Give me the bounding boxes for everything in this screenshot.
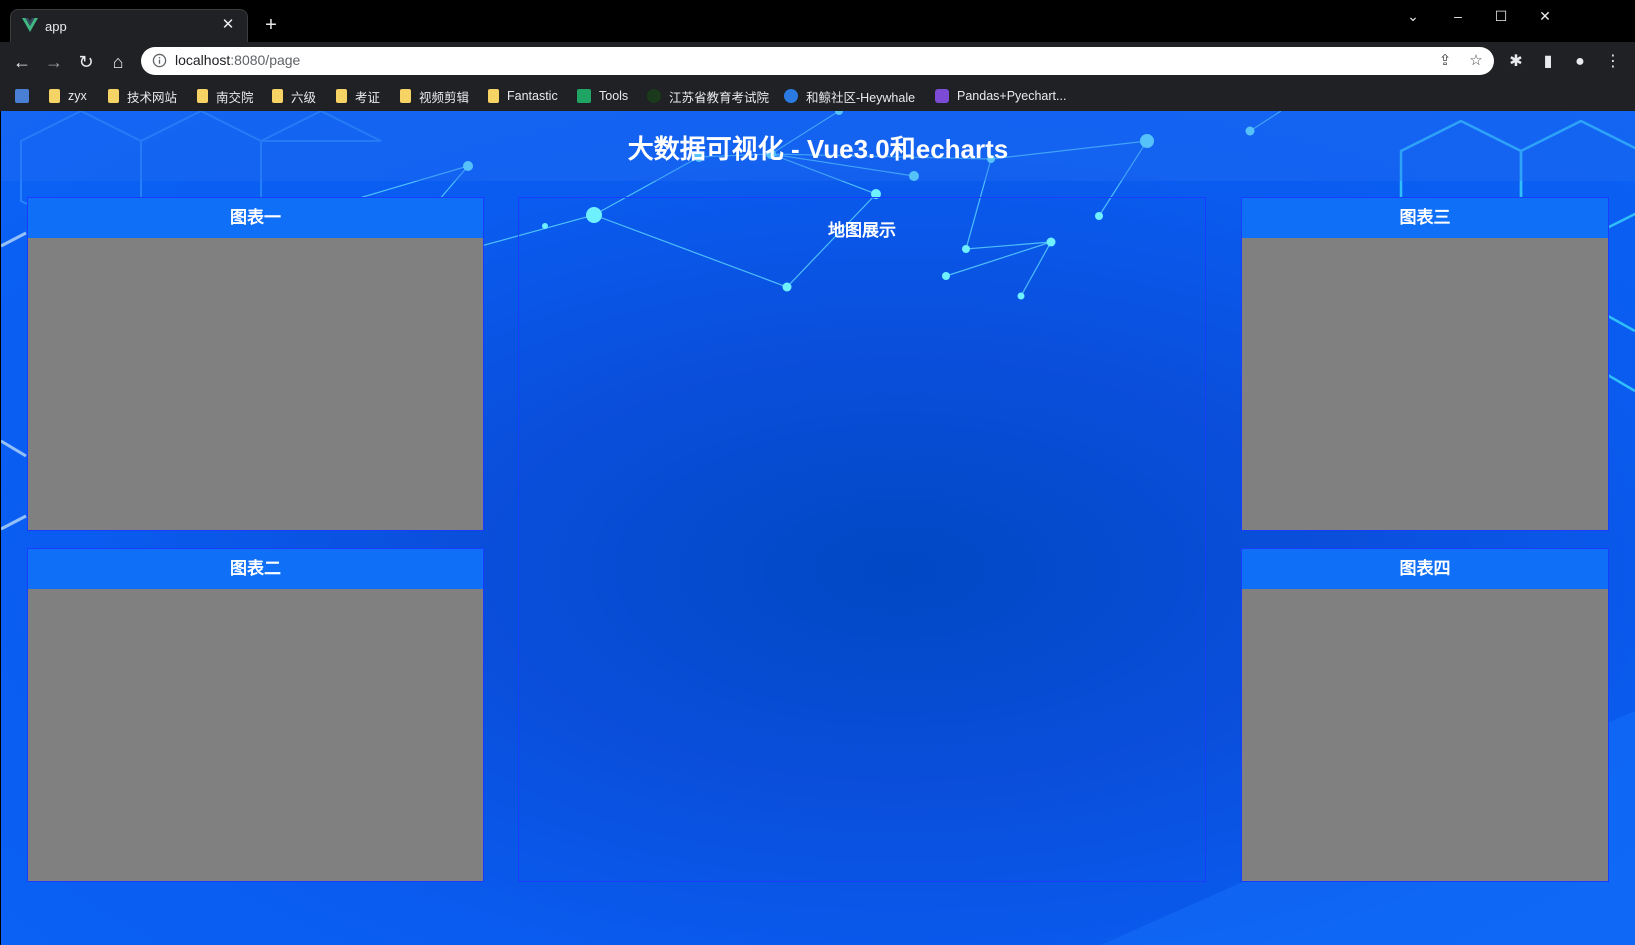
info-icon[interactable] bbox=[152, 53, 167, 68]
bookmark-item[interactable]: Pandas+Pyechart... bbox=[935, 86, 1066, 106]
minimize-button[interactable]: – bbox=[1443, 6, 1473, 26]
folder-icon bbox=[488, 89, 499, 103]
chart-placeholder bbox=[28, 238, 483, 530]
home-icon[interactable]: ⌂ bbox=[107, 51, 129, 73]
tab-close-icon[interactable]: ✕ bbox=[219, 16, 237, 34]
tab-title: app bbox=[45, 19, 67, 34]
address-bar[interactable]: localhost:8080/page ⇪ ☆ bbox=[141, 47, 1494, 75]
folder-icon bbox=[272, 89, 283, 103]
bookmark-star-icon[interactable]: ☆ bbox=[1466, 51, 1486, 71]
folder-icon bbox=[108, 89, 119, 103]
tools-icon bbox=[577, 89, 591, 103]
forward-icon[interactable]: → bbox=[43, 51, 65, 73]
bookmark-item[interactable]: 视频剪辑 bbox=[400, 86, 469, 106]
folder-icon bbox=[197, 89, 208, 103]
browser-toolbar: ← → ↻ ⌂ localhost:8080/page ⇪ ☆ ✱ ▮ ● ⋮ bbox=[0, 42, 1635, 80]
tab-bar: app ✕ + ⌄ – ☐ ✕ bbox=[0, 0, 1635, 42]
chart-panel-2: 图表二 bbox=[27, 548, 484, 882]
folder-icon bbox=[400, 89, 411, 103]
map-title: 地图展示 bbox=[828, 221, 896, 240]
reload-icon[interactable]: ↻ bbox=[75, 51, 97, 73]
chart-panel-4: 图表四 bbox=[1241, 548, 1609, 882]
bookmark-item[interactable]: Fantastic bbox=[488, 86, 558, 106]
side-panel-icon[interactable]: ▮ bbox=[1537, 51, 1559, 73]
translate-icon bbox=[15, 89, 29, 103]
browser-tab[interactable]: app ✕ bbox=[10, 9, 248, 42]
bookmark-item[interactable]: 考证 bbox=[336, 86, 380, 106]
page-header: 大数据可视化 - Vue3.0和echarts bbox=[1, 111, 1635, 181]
extensions-icon[interactable]: ✱ bbox=[1505, 51, 1527, 73]
url-text: localhost:8080/page bbox=[175, 52, 301, 68]
heywhale-icon bbox=[784, 89, 798, 103]
apps-shortcut[interactable] bbox=[15, 86, 37, 106]
panel-title: 图表三 bbox=[1242, 198, 1608, 238]
back-icon[interactable]: ← bbox=[11, 51, 33, 73]
maximize-button[interactable]: ☐ bbox=[1486, 6, 1516, 26]
panel-title: 图表二 bbox=[28, 549, 483, 589]
map-panel: 地图展示 bbox=[518, 197, 1206, 882]
vue-logo-icon bbox=[22, 18, 38, 32]
chart-placeholder bbox=[1242, 589, 1608, 881]
menu-icon[interactable]: ⋮ bbox=[1602, 51, 1624, 73]
share-icon[interactable]: ⇪ bbox=[1435, 51, 1455, 71]
pyechart-icon bbox=[935, 89, 949, 103]
profile-avatar-icon[interactable]: ● bbox=[1569, 51, 1591, 73]
bookmark-item[interactable]: Tools bbox=[577, 86, 628, 106]
panel-title: 图表一 bbox=[28, 198, 483, 238]
folder-icon bbox=[336, 89, 347, 103]
bookmarks-bar: zyx 技术网站 南交院 六级 考证 视频剪辑 Fantastic Tools … bbox=[0, 80, 1635, 111]
page-title: 大数据可视化 - Vue3.0和echarts bbox=[627, 134, 1009, 164]
bookmark-item[interactable]: 江苏省教育考试院 bbox=[647, 86, 769, 106]
bookmark-item[interactable]: zyx bbox=[49, 86, 87, 106]
folder-icon bbox=[49, 89, 60, 103]
dashboard-page: 大数据可视化 - Vue3.0和echarts 图表一 图表二 地图展示 图表三… bbox=[1, 111, 1635, 945]
chart-panel-3: 图表三 bbox=[1241, 197, 1609, 531]
bookmark-item[interactable]: 技术网站 bbox=[108, 86, 177, 106]
bookmark-item[interactable]: 和鲸社区-Heywhale bbox=[784, 86, 915, 106]
chart-placeholder bbox=[1242, 238, 1608, 530]
chart-panel-1: 图表一 bbox=[27, 197, 484, 531]
bookmark-item[interactable]: 南交院 bbox=[197, 86, 254, 106]
bookmark-item[interactable]: 六级 bbox=[272, 86, 316, 106]
new-tab-button[interactable]: + bbox=[259, 14, 283, 38]
close-window-button[interactable]: ✕ bbox=[1530, 6, 1560, 26]
chart-placeholder bbox=[28, 589, 483, 881]
tab-search-icon[interactable]: ⌄ bbox=[1398, 6, 1428, 26]
panel-title: 图表四 bbox=[1242, 549, 1608, 589]
site-icon bbox=[647, 89, 661, 103]
